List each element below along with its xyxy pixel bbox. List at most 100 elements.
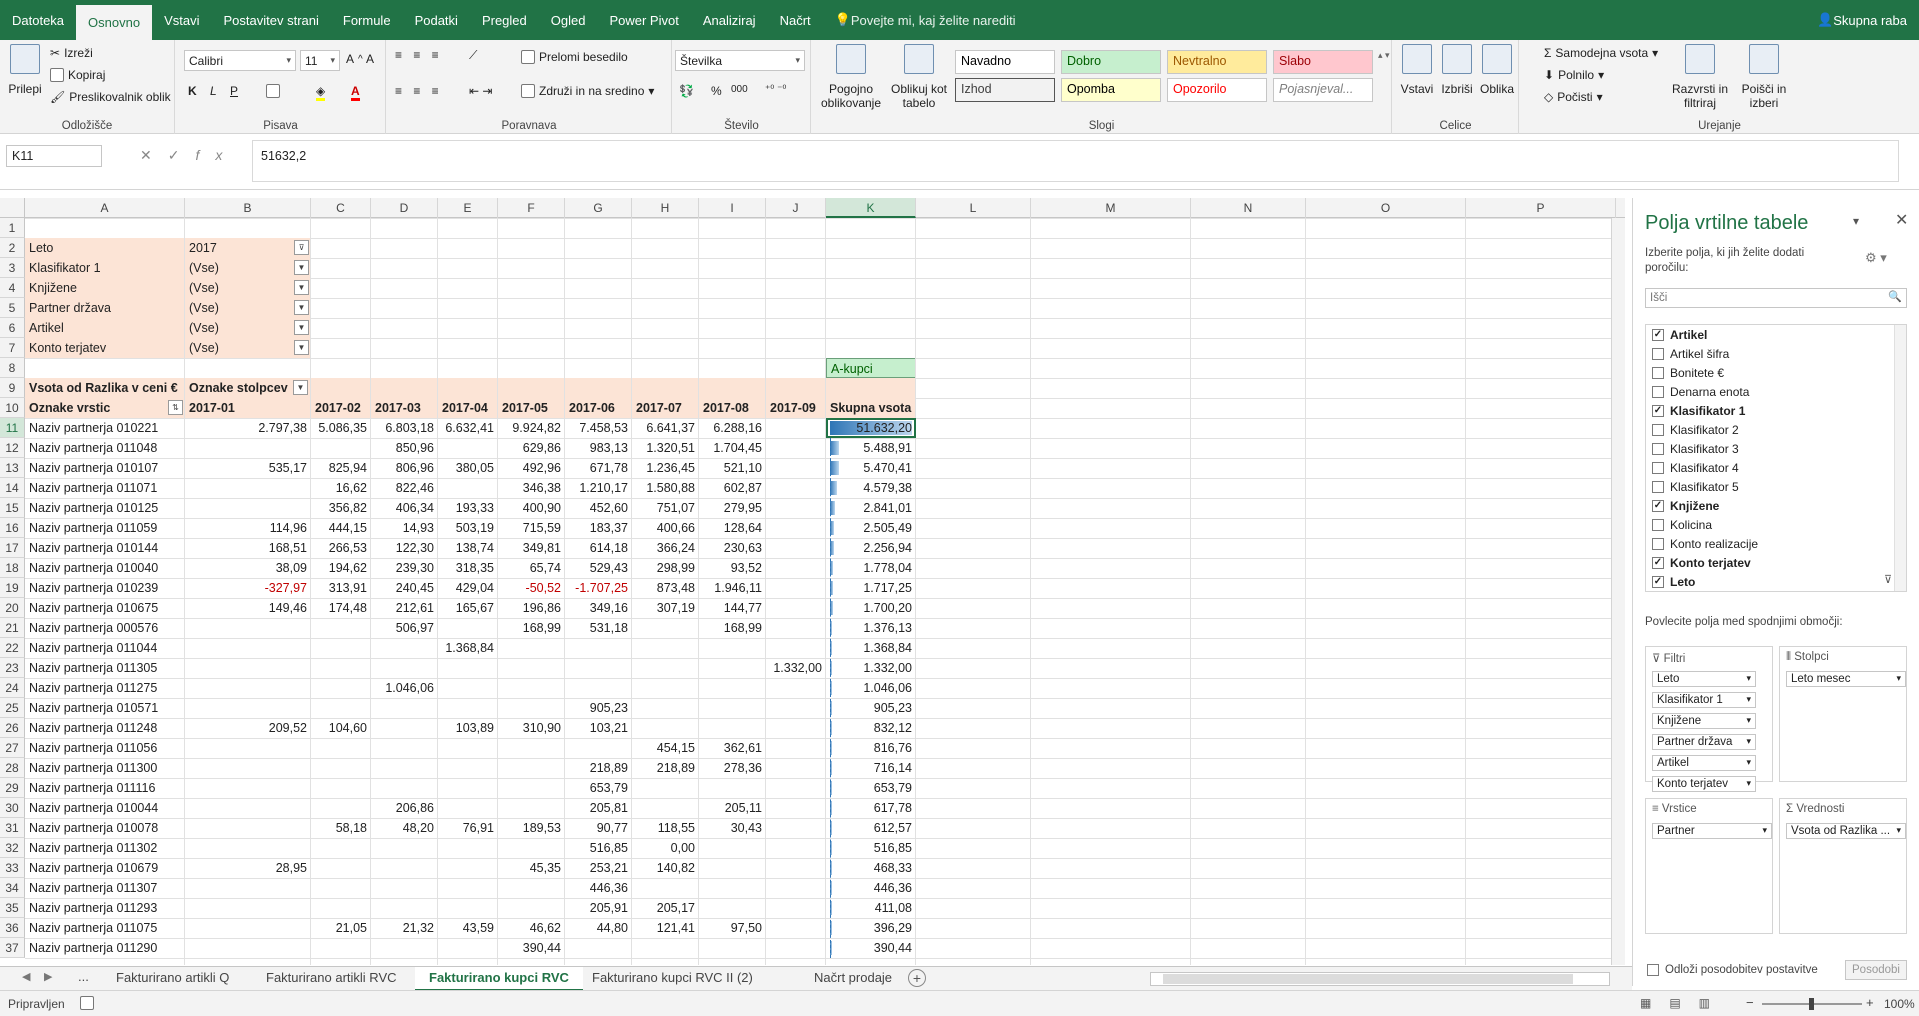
cell-G33[interactable]: 253,21 <box>565 858 632 878</box>
column-header-J[interactable]: J <box>766 198 826 218</box>
field-checkbox[interactable] <box>1652 424 1664 436</box>
cell-K22[interactable]: 1.368,84 <box>826 638 916 658</box>
cell-K12[interactable]: 5.488,91 <box>826 438 916 458</box>
column-header-D[interactable]: D <box>371 198 438 218</box>
horizontal-align-buttons[interactable]: ≡ ≡ ≡ <box>395 84 443 98</box>
column-labels-dropdown-icon[interactable]: ▼ <box>293 380 308 395</box>
cell-K14[interactable]: 4.579,38 <box>826 478 916 498</box>
cell-style-2[interactable]: Nevtralno <box>1167 50 1267 74</box>
tell-me-search[interactable]: 💡 Povejte mi, kaj želite narediti <box>823 0 1028 40</box>
cell-D31[interactable]: 48,20 <box>371 818 438 838</box>
pane-options-chevron[interactable]: ▾ <box>1853 214 1859 228</box>
cell-C16[interactable]: 444,15 <box>311 518 371 538</box>
cell-style-5[interactable]: Opomba <box>1061 78 1161 102</box>
row-header-4[interactable]: 4 <box>0 278 25 298</box>
cell-H31[interactable]: 118,55 <box>632 818 699 838</box>
cell-I14[interactable]: 602,87 <box>699 478 766 498</box>
cell-B4[interactable]: (Vse) <box>185 278 311 298</box>
insert-cells-button[interactable]: Vstavi <box>1399 44 1435 96</box>
cell-F33[interactable]: 45,35 <box>498 858 565 878</box>
field-checkbox[interactable] <box>1652 462 1664 474</box>
row-header-8[interactable]: 8 <box>0 358 25 378</box>
cell-H16[interactable]: 400,66 <box>632 518 699 538</box>
row-header-23[interactable]: 23 <box>0 658 25 678</box>
cell-G29[interactable]: 653,79 <box>565 778 632 798</box>
cell-style-6[interactable]: Opozorilo <box>1167 78 1267 102</box>
defer-update-option[interactable]: Odloži posodobitev postavitve <box>1647 964 1818 976</box>
cell-G12[interactable]: 983,13 <box>565 438 632 458</box>
cell-C14[interactable]: 16,62 <box>311 478 371 498</box>
filter-dropdown-icon[interactable]: ▼ <box>294 300 309 315</box>
horizontal-scrollbar[interactable] <box>1150 972 1610 986</box>
conditional-formatting-button[interactable]: Pogojno oblikovanje <box>820 44 882 110</box>
cell-I19[interactable]: 1.946,11 <box>699 578 766 598</box>
field-checkbox[interactable] <box>1652 538 1664 550</box>
clear-button[interactable]: ◇ Počisti ▾ <box>1544 90 1603 104</box>
row-header-26[interactable]: 26 <box>0 718 25 738</box>
sort-filter-button[interactable]: Razvrsti in filtriraj <box>1670 44 1730 110</box>
filter-dropdown-icon[interactable]: ▼ <box>294 260 309 275</box>
cell-C19[interactable]: 313,91 <box>311 578 371 598</box>
cell-H36[interactable]: 121,41 <box>632 918 699 938</box>
cell-K35[interactable]: 411,08 <box>826 898 916 918</box>
column-header-E[interactable]: E <box>438 198 498 218</box>
cell-A24[interactable]: Naziv partnerja 011275 <box>25 678 185 698</box>
cell-C20[interactable]: 174,48 <box>311 598 371 618</box>
cell-D10[interactable]: 2017-03 <box>371 398 438 418</box>
cell-C26[interactable]: 104,60 <box>311 718 371 738</box>
row-header-3[interactable]: 3 <box>0 258 25 278</box>
field-checkbox[interactable] <box>1652 348 1664 360</box>
cell-H18[interactable]: 298,99 <box>632 558 699 578</box>
filter-dropdown-icon[interactable]: ▼ <box>294 320 309 335</box>
field-item[interactable]: ✓ Klasifikator 1 <box>1652 404 1745 418</box>
cell-A26[interactable]: Naziv partnerja 011248 <box>25 718 185 738</box>
field-checkbox[interactable] <box>1652 443 1664 455</box>
cell-G11[interactable]: 7.458,53 <box>565 418 632 438</box>
copy-button[interactable]: Kopiraj <box>50 68 105 82</box>
cell-H15[interactable]: 751,07 <box>632 498 699 518</box>
borders-button[interactable] <box>266 84 280 98</box>
filter-zone-item[interactable]: Klasifikator 1 <box>1652 692 1756 708</box>
cell-K15[interactable]: 2.841,01 <box>826 498 916 518</box>
horizontal-scroll-thumb[interactable] <box>1163 974 1573 984</box>
field-checkbox[interactable]: ✓ <box>1652 500 1664 512</box>
row-header-15[interactable]: 15 <box>0 498 25 518</box>
cell-E16[interactable]: 503,19 <box>438 518 498 538</box>
filter-dropdown-icon[interactable]: ▼ <box>294 340 309 355</box>
field-item[interactable]: ✓ Leto <box>1652 575 1695 589</box>
cell-style-1[interactable]: Dobro <box>1061 50 1161 74</box>
cell-G26[interactable]: 103,21 <box>565 718 632 738</box>
row-header-18[interactable]: 18 <box>0 558 25 578</box>
column-header-B[interactable]: B <box>185 198 311 218</box>
cell-F37[interactable]: 390,44 <box>498 938 565 958</box>
cell-B18[interactable]: 38,09 <box>185 558 311 578</box>
cell-A28[interactable]: Naziv partnerja 011300 <box>25 758 185 778</box>
cell-C10[interactable]: 2017-02 <box>311 398 371 418</box>
cell-D21[interactable]: 506,97 <box>371 618 438 638</box>
defer-update-checkbox[interactable] <box>1647 964 1659 976</box>
cell-A21[interactable]: Naziv partnerja 000576 <box>25 618 185 638</box>
cell-G21[interactable]: 531,18 <box>565 618 632 638</box>
cell-B7[interactable]: (Vse) <box>185 338 311 358</box>
cell-A4[interactable]: Knjižene <box>25 278 185 298</box>
grow-font-button[interactable]: A ^ <box>346 52 363 66</box>
row-header-34[interactable]: 34 <box>0 878 25 898</box>
update-button[interactable]: Posodobi <box>1845 960 1907 980</box>
more-sheets-icon[interactable]: ... <box>78 969 89 984</box>
cell-F11[interactable]: 9.924,82 <box>498 418 565 438</box>
tab-8[interactable]: Power Pivot <box>597 0 690 40</box>
cell-C18[interactable]: 194,62 <box>311 558 371 578</box>
cell-E26[interactable]: 103,89 <box>438 718 498 738</box>
row-header-24[interactable]: 24 <box>0 678 25 698</box>
cell-A6[interactable]: Artikel <box>25 318 185 338</box>
cell-G30[interactable]: 205,81 <box>565 798 632 818</box>
view-buttons[interactable]: ▦▤▥ <box>1640 996 1728 1010</box>
cell-D15[interactable]: 406,34 <box>371 498 438 518</box>
row-header-7[interactable]: 7 <box>0 338 25 358</box>
cell-K27[interactable]: 816,76 <box>826 738 916 758</box>
vertical-scrollbar[interactable] <box>1611 218 1625 965</box>
cell-D14[interactable]: 822,46 <box>371 478 438 498</box>
cell-I17[interactable]: 230,63 <box>699 538 766 558</box>
field-item[interactable]: Klasifikator 2 <box>1652 423 1739 437</box>
cell-H33[interactable]: 140,82 <box>632 858 699 878</box>
